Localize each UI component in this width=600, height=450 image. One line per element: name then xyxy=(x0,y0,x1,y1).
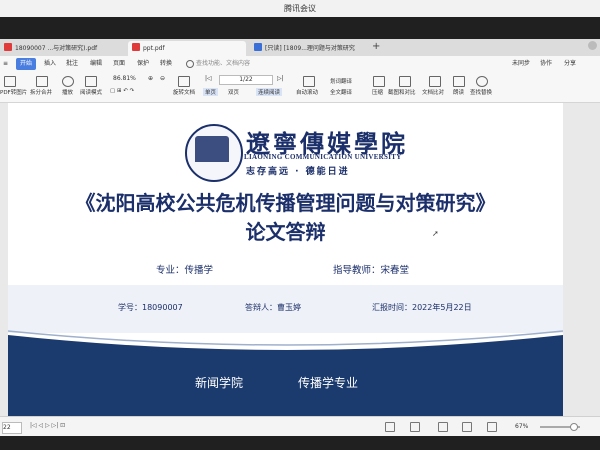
fit-page-icon[interactable] xyxy=(410,422,420,432)
pdf-to-image-icon xyxy=(4,76,16,87)
split-merge-button[interactable]: 拆分合并 xyxy=(30,88,52,96)
pdf-file-icon xyxy=(132,43,140,51)
find-replace-icon xyxy=(476,76,488,87)
reading-mode-button[interactable]: 阅读模式 xyxy=(80,88,102,96)
single-page-button[interactable]: 单页 xyxy=(203,88,219,96)
thesis-subtitle: 论文答辩 xyxy=(245,220,326,244)
tab-label: [只读] [1809...理问题与对策研究 xyxy=(265,45,355,52)
mouse-cursor-icon: ➚ xyxy=(432,229,439,238)
meeting-title: 腾讯会议 xyxy=(284,4,316,13)
word-translate-button[interactable]: 划词翻译 xyxy=(330,77,352,85)
eye-protection-icon[interactable] xyxy=(487,422,497,432)
menu-start[interactable]: 开始 xyxy=(16,58,37,70)
fullscreen-icon[interactable] xyxy=(462,422,472,432)
next-page-icon[interactable]: ▷| xyxy=(277,75,284,82)
fit-width-icon[interactable] xyxy=(438,422,448,432)
rotate-doc-button[interactable]: 旋转文档 xyxy=(173,88,195,96)
thesis-title: 《沈阳高校公共危机传播管理问题与对策研究》 xyxy=(75,191,496,215)
tab-ppt-pdf[interactable]: ppt.pdf xyxy=(128,41,246,56)
rotate-doc-icon xyxy=(178,76,190,87)
menu-protect[interactable]: 保护 xyxy=(137,58,149,70)
collaborate-button[interactable]: 协作 xyxy=(540,58,552,70)
zoom-slider-handle[interactable] xyxy=(570,423,578,431)
reading-mode-icon xyxy=(85,76,97,87)
status-zoom-level[interactable]: 67% xyxy=(515,423,528,430)
view-mode-icon[interactable] xyxy=(385,422,395,432)
footer-band xyxy=(8,350,563,416)
read-aloud-button[interactable]: 朗读 xyxy=(453,88,464,96)
zoom-in-icon[interactable]: ⊕ xyxy=(148,75,153,82)
auto-scroll-button[interactable]: 自动滚动 xyxy=(296,88,318,96)
continuous-read-button[interactable]: 连续阅读 xyxy=(256,88,283,96)
compress-button[interactable]: 压缩 xyxy=(372,88,383,96)
screenshot-compare-button[interactable]: 截图和对比 xyxy=(388,88,416,96)
menu-convert[interactable]: 转换 xyxy=(160,58,172,70)
word-file-icon xyxy=(254,43,262,51)
account-avatar-icon[interactable] xyxy=(588,41,597,50)
new-tab-icon[interactable]: + xyxy=(372,41,380,52)
screenshot-compare-icon xyxy=(399,76,411,87)
tab-readonly-doc[interactable]: [只读] [1809...理问题与对策研究 xyxy=(250,41,368,56)
search-icon xyxy=(186,60,194,68)
menu-file-icon[interactable]: ≡ xyxy=(3,58,8,70)
zoom-out-icon[interactable]: ⊖ xyxy=(160,75,165,82)
find-replace-button[interactable]: 查找替换 xyxy=(470,88,492,96)
meeting-toolbar-area xyxy=(0,17,600,39)
sync-status[interactable]: 未同步 xyxy=(512,58,530,70)
share-button[interactable]: 分享 xyxy=(564,58,576,70)
doc-compare-icon xyxy=(429,76,441,87)
auto-scroll-icon xyxy=(303,76,315,87)
status-bar xyxy=(0,416,600,437)
menu-insert[interactable]: 插入 xyxy=(44,58,56,70)
compress-icon xyxy=(373,76,385,87)
first-page-icon[interactable]: |◁ xyxy=(205,75,212,82)
search-input[interactable]: 查找功能、文档内容 xyxy=(196,58,250,70)
menu-annotate[interactable]: 批注 xyxy=(66,58,78,70)
meeting-bottom-bar xyxy=(0,436,600,450)
view-icons-row: ▢ ⊞ ↶ ↷ xyxy=(110,88,135,94)
pdf-file-icon xyxy=(4,43,12,51)
full-translate-button[interactable]: 全文翻译 xyxy=(330,88,352,96)
college-name: 新闻学院 xyxy=(195,376,244,390)
current-page-input[interactable]: 22 xyxy=(2,422,22,434)
pdf-to-image-button[interactable]: PDF转图片 xyxy=(0,88,27,96)
page-number-input[interactable]: 1/22 xyxy=(219,75,273,85)
student-id: 学号：18090007 xyxy=(118,303,183,312)
menu-page[interactable]: 页面 xyxy=(113,58,125,70)
school-name-en: LIAONING COMMUNICATION UNIVERSITY xyxy=(244,153,402,161)
advisor-label: 指导教师：宋春堂 xyxy=(333,265,410,276)
report-date: 汇报时间：2022年5月22日 xyxy=(372,303,472,312)
tab-label: ppt.pdf xyxy=(143,45,165,52)
defender-name: 答辩人：曹玉婷 xyxy=(245,303,301,312)
double-page-button[interactable]: 双页 xyxy=(228,88,239,96)
play-icon xyxy=(62,76,74,87)
tab-document-pdf[interactable]: 18090007 ...与对策研究).pdf xyxy=(0,41,124,56)
menu-edit[interactable]: 编辑 xyxy=(90,58,102,70)
page-nav-icons[interactable]: |◁ ◁ ▷ ▷| ⊡ xyxy=(30,422,65,429)
play-button[interactable]: 播放 xyxy=(62,88,73,96)
major-name: 传播学专业 xyxy=(298,376,359,390)
major-label: 专业：传播学 xyxy=(156,265,214,276)
emblem-building-icon xyxy=(195,136,229,162)
split-merge-icon xyxy=(36,76,48,87)
doc-compare-button[interactable]: 文档比对 xyxy=(422,88,444,96)
read-aloud-icon xyxy=(453,76,465,87)
school-motto: 志存高远 · 德能日进 xyxy=(246,167,350,177)
tab-label: 18090007 ...与对策研究).pdf xyxy=(15,45,98,52)
zoom-level[interactable]: 86.81% xyxy=(113,75,136,82)
